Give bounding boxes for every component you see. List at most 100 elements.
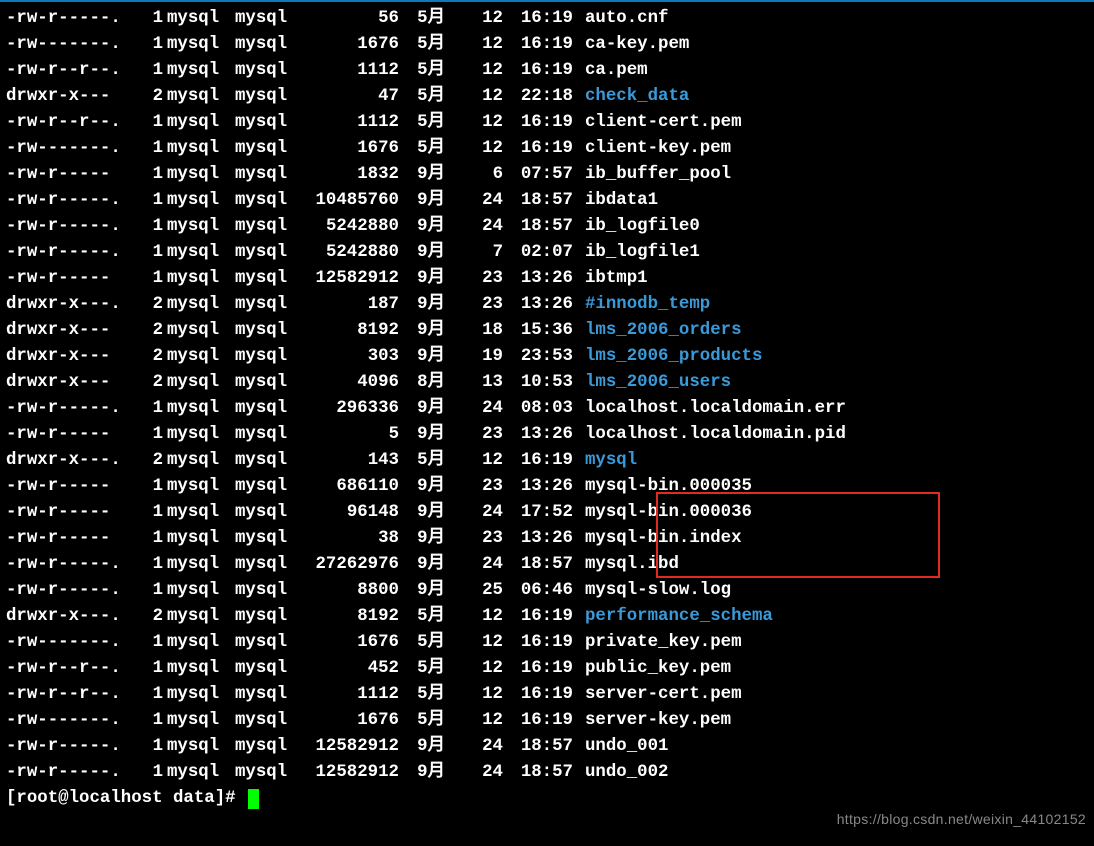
file-name: ib_logfile1 [573, 240, 700, 266]
col-group: mysql [235, 604, 301, 630]
col-day: 12 [445, 448, 503, 474]
col-day: 24 [445, 500, 503, 526]
file-name: mysql-bin.index [573, 526, 742, 552]
col-group: mysql [235, 344, 301, 370]
file-row: -rw-r-----.1mysqlmysql125829129月2418:57u… [6, 760, 1088, 786]
file-row: -rw-r-----.1mysqlmysql52428809月2418:57ib… [6, 214, 1088, 240]
col-time: 16:19 [503, 58, 573, 84]
col-size: 686110 [301, 474, 399, 500]
file-name: mysql.ibd [573, 552, 679, 578]
col-owner: mysql [163, 734, 235, 760]
file-name: server-cert.pem [573, 682, 742, 708]
directory-name: mysql [573, 448, 637, 474]
col-owner: mysql [163, 396, 235, 422]
col-time: 18:57 [503, 760, 573, 786]
col-perms: drwxr-x---. [6, 448, 141, 474]
col-links: 2 [141, 344, 163, 370]
col-size: 1112 [301, 682, 399, 708]
col-month: 9月 [399, 344, 445, 370]
file-row: -rw-r--r--.1mysqlmysql11125月1216:19ca.pe… [6, 58, 1088, 84]
col-month: 5月 [399, 84, 445, 110]
file-name: ib_buffer_pool [573, 162, 731, 188]
col-links: 1 [141, 500, 163, 526]
col-size: 27262976 [301, 552, 399, 578]
col-perms: drwxr-x--- [6, 370, 141, 396]
col-size: 8192 [301, 604, 399, 630]
directory-name: lms_2006_orders [573, 318, 742, 344]
col-links: 1 [141, 6, 163, 32]
col-group: mysql [235, 136, 301, 162]
col-time: 16:19 [503, 448, 573, 474]
prompt-text: [root@localhost data]# [6, 786, 246, 812]
file-name: client-key.pem [573, 136, 731, 162]
file-row: -rw-r-----1mysqlmysql125829129月2313:26ib… [6, 266, 1088, 292]
col-time: 07:57 [503, 162, 573, 188]
col-month: 5月 [399, 32, 445, 58]
col-size: 143 [301, 448, 399, 474]
col-month: 5月 [399, 448, 445, 474]
col-perms: -rw-------. [6, 32, 141, 58]
file-row: drwxr-x---.2mysqlmysql1435月1216:19mysql [6, 448, 1088, 474]
col-group: mysql [235, 370, 301, 396]
file-row: -rw-r-----.1mysqlmysql88009月2506:46mysql… [6, 578, 1088, 604]
col-time: 18:57 [503, 552, 573, 578]
col-group: mysql [235, 214, 301, 240]
col-size: 5242880 [301, 240, 399, 266]
col-perms: -rw-------. [6, 708, 141, 734]
file-name: undo_002 [573, 760, 669, 786]
col-month: 9月 [399, 188, 445, 214]
col-group: mysql [235, 84, 301, 110]
col-size: 187 [301, 292, 399, 318]
directory-name: #innodb_temp [573, 292, 710, 318]
col-group: mysql [235, 188, 301, 214]
col-perms: -rw-r----- [6, 500, 141, 526]
col-month: 8月 [399, 370, 445, 396]
col-group: mysql [235, 760, 301, 786]
col-perms: -rw-r----- [6, 474, 141, 500]
col-group: mysql [235, 708, 301, 734]
col-day: 23 [445, 526, 503, 552]
col-day: 24 [445, 396, 503, 422]
col-size: 4096 [301, 370, 399, 396]
file-name: public_key.pem [573, 656, 731, 682]
col-month: 9月 [399, 760, 445, 786]
col-group: mysql [235, 448, 301, 474]
col-size: 47 [301, 84, 399, 110]
col-month: 9月 [399, 552, 445, 578]
col-owner: mysql [163, 32, 235, 58]
col-perms: -rw-r-----. [6, 552, 141, 578]
col-time: 16:19 [503, 6, 573, 32]
col-time: 16:19 [503, 682, 573, 708]
col-size: 452 [301, 656, 399, 682]
col-group: mysql [235, 318, 301, 344]
file-name: ibdata1 [573, 188, 658, 214]
file-name: client-cert.pem [573, 110, 742, 136]
col-size: 12582912 [301, 760, 399, 786]
col-day: 24 [445, 552, 503, 578]
col-day: 23 [445, 422, 503, 448]
col-links: 1 [141, 422, 163, 448]
col-links: 1 [141, 760, 163, 786]
col-perms: -rw-r--r--. [6, 682, 141, 708]
file-row: -rw-------.1mysqlmysql16765月1216:19serve… [6, 708, 1088, 734]
col-size: 10485760 [301, 188, 399, 214]
col-size: 1112 [301, 110, 399, 136]
col-month: 5月 [399, 682, 445, 708]
col-links: 1 [141, 266, 163, 292]
col-owner: mysql [163, 370, 235, 396]
col-owner: mysql [163, 526, 235, 552]
terminal-output[interactable]: -rw-r-----.1mysqlmysql565月1216:19auto.cn… [0, 2, 1094, 816]
col-links: 1 [141, 630, 163, 656]
col-month: 5月 [399, 630, 445, 656]
col-time: 17:52 [503, 500, 573, 526]
col-links: 2 [141, 292, 163, 318]
col-group: mysql [235, 266, 301, 292]
col-owner: mysql [163, 240, 235, 266]
col-day: 6 [445, 162, 503, 188]
col-size: 56 [301, 6, 399, 32]
col-perms: -rw-r--r--. [6, 656, 141, 682]
col-owner: mysql [163, 6, 235, 32]
col-month: 9月 [399, 396, 445, 422]
col-day: 18 [445, 318, 503, 344]
col-month: 5月 [399, 6, 445, 32]
